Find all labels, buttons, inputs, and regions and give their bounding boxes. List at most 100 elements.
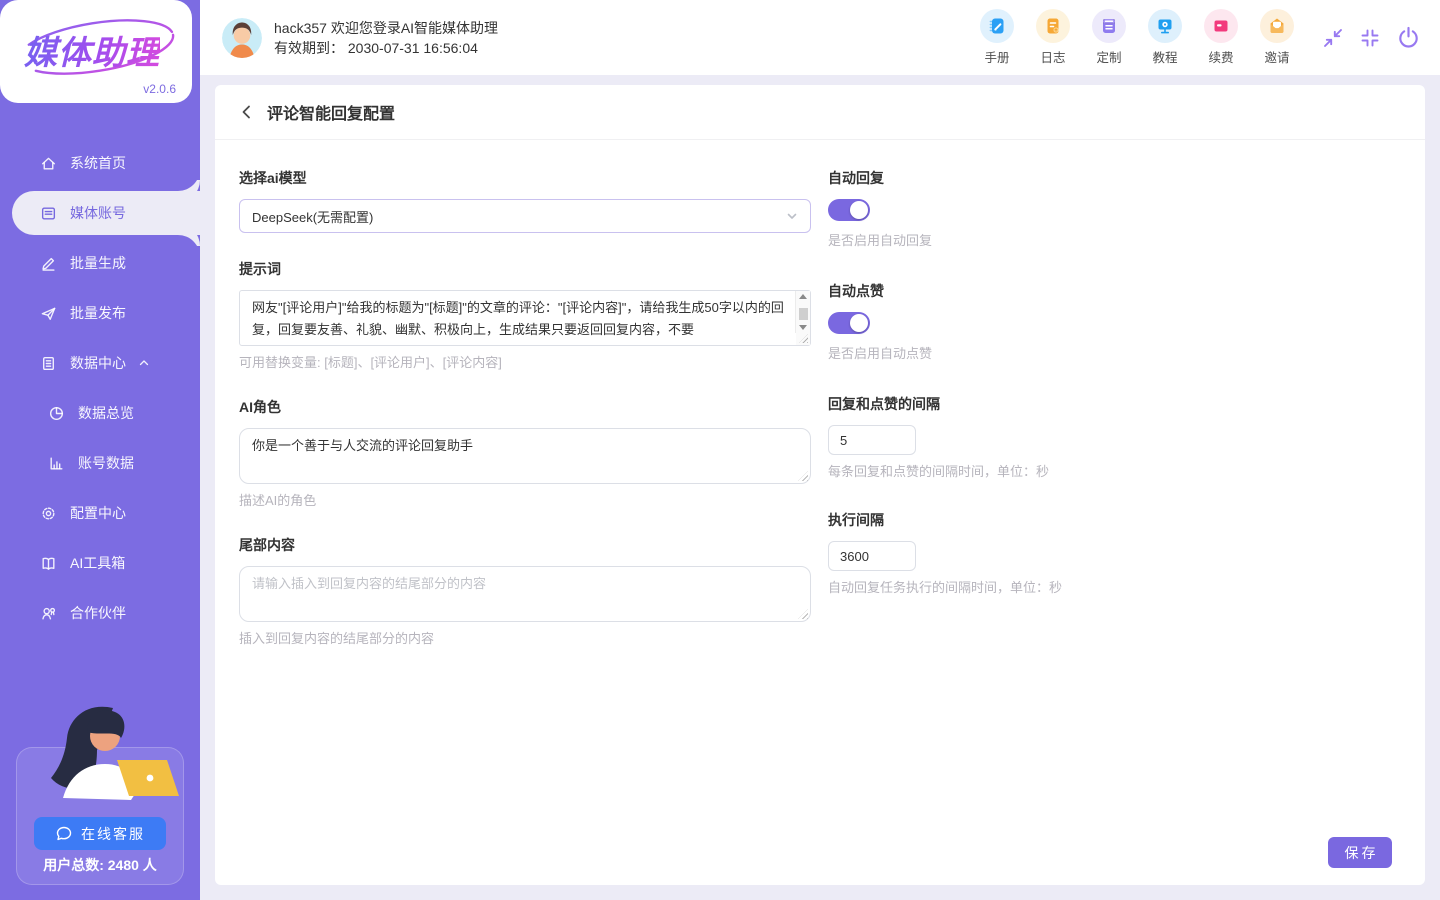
textarea-scrollbar[interactable] — [795, 291, 810, 333]
chevron-down-icon — [786, 210, 798, 222]
action-renew[interactable]: 续费 — [1204, 9, 1238, 66]
data-center-icon — [40, 355, 57, 372]
renew-icon — [1204, 9, 1238, 43]
user-total-count: 用户总数: 2480 人 — [17, 855, 183, 875]
manual-icon — [980, 9, 1014, 43]
auto-like-toggle[interactable] — [828, 312, 870, 334]
ai-role-textarea[interactable]: 你是一个善于与人交流的评论回复助手 — [239, 428, 811, 484]
home-icon — [40, 155, 57, 172]
app-logo: 媒体助理 — [14, 16, 178, 78]
auto-reply-toggle[interactable] — [828, 199, 870, 221]
action-invite[interactable]: 邀请 — [1260, 9, 1294, 66]
sidebar-item-batch-generate[interactable]: 批量生成 — [0, 241, 200, 285]
tail-content-label: 尾部内容 — [239, 535, 811, 555]
action-manual[interactable]: 手册 — [980, 9, 1014, 66]
window-controls — [1322, 25, 1425, 50]
sidebar-item-label: 账号数据 — [78, 453, 134, 473]
app-window: 媒体助理 v2.0.6 系统首页 媒体账号 批量生成 — [0, 0, 1440, 900]
ai-model-select[interactable]: DeepSeek(无需配置) — [239, 199, 811, 233]
custom-icon — [1092, 9, 1126, 43]
action-tutorial[interactable]: 教程 — [1148, 9, 1182, 66]
sidebar-item-label: 批量发布 — [70, 303, 126, 323]
user-avatar[interactable] — [222, 18, 262, 58]
auto-reply-helper: 是否启用自动回复 — [828, 230, 1062, 249]
ai-model-field: 选择ai模型 DeepSeek(无需配置) — [239, 168, 811, 233]
prompt-label: 提示词 — [239, 259, 811, 279]
prompt-helper: 可用替换变量: [标题]、[评论用户]、[评论内容] — [239, 352, 811, 371]
power-icon[interactable] — [1396, 25, 1421, 50]
customer-service-illustration — [29, 702, 179, 800]
invite-icon — [1260, 9, 1294, 43]
action-label: 邀请 — [1264, 47, 1289, 66]
reply-like-interval-input[interactable] — [828, 425, 916, 455]
tutorial-icon — [1148, 9, 1182, 43]
ai-role-helper: 描述AI的角色 — [239, 490, 811, 509]
prompt-textarea[interactable]: 网友"[评论用户]"给我的标题为"[标题]"的文章的评论："[评论内容]"，请给… — [239, 290, 811, 346]
auto-like-field: 自动点赞 是否启用自动点赞 — [828, 281, 1062, 362]
resize-grip-icon[interactable] — [796, 333, 810, 345]
ai-role-field: AI角色 你是一个善于与人交流的评论回复助手 描述AI的角色 — [239, 397, 811, 509]
online-service-button[interactable]: 在线客服 — [34, 817, 166, 850]
book-icon — [40, 555, 57, 572]
sidebar-item-config-center[interactable]: 配置中心 — [0, 491, 200, 535]
header-quick-actions: 手册 日志 定制 教程 — [980, 9, 1294, 66]
ai-role-label: AI角色 — [239, 397, 811, 417]
action-label: 日志 — [1040, 47, 1065, 66]
scroll-down-arrow[interactable] — [799, 325, 807, 330]
service-panel: 在线客服 用户总数: 2480 人 — [16, 747, 184, 885]
sidebar-item-partners[interactable]: 合作伙伴 — [0, 591, 200, 635]
logo-box: 媒体助理 v2.0.6 — [0, 0, 192, 103]
welcome-line1: hack357 欢迎您登录AI智能媒体助理 — [274, 18, 498, 38]
main-area: hack357 欢迎您登录AI智能媒体助理 有效期到： 2030-07-31 1… — [200, 0, 1440, 900]
tail-content-textarea[interactable] — [239, 566, 811, 622]
sidebar-item-batch-publish[interactable]: 批量发布 — [0, 291, 200, 335]
sidebar: 媒体助理 v2.0.6 系统首页 媒体账号 批量生成 — [0, 0, 200, 900]
page-title: 评论智能回复配置 — [267, 100, 395, 124]
save-button[interactable]: 保存 — [1328, 837, 1392, 868]
welcome-line2: 有效期到： 2030-07-31 16:56:04 — [274, 38, 498, 58]
action-label: 教程 — [1152, 47, 1177, 66]
action-log[interactable]: 日志 — [1036, 9, 1070, 66]
chevron-up-icon — [138, 357, 150, 369]
auto-reply-label: 自动回复 — [828, 168, 1062, 188]
sidebar-item-data-center[interactable]: 数据中心 — [0, 341, 200, 385]
action-custom[interactable]: 定制 — [1092, 9, 1126, 66]
action-label: 定制 — [1096, 47, 1121, 66]
card-title-row: 评论智能回复配置 — [215, 85, 1425, 140]
sidebar-item-label: 数据总览 — [78, 403, 134, 423]
exit-fullscreen-icon[interactable] — [1359, 27, 1381, 49]
reply-like-interval-helper: 每条回复和点赞的间隔时间，单位：秒 — [828, 461, 1062, 480]
auto-like-helper: 是否启用自动点赞 — [828, 343, 1062, 362]
sidebar-item-label: 数据中心 — [70, 353, 126, 373]
form-left-column: 选择ai模型 DeepSeek(无需配置) 提示词 网友"[评论用户]"给我的标… — [239, 168, 811, 673]
exec-interval-helper: 自动回复任务执行的间隔时间，单位：秒 — [828, 577, 1062, 596]
tail-textarea-wrap — [239, 566, 811, 622]
gear-icon — [40, 505, 57, 522]
auto-like-label: 自动点赞 — [828, 281, 1062, 301]
form-right-column: 自动回复 是否启用自动回复 自动点赞 是否启用自动点赞 回复和点赞的间隔 — [828, 168, 1062, 673]
app-version: v2.0.6 — [143, 82, 176, 96]
tail-content-helper: 插入到回复内容的结尾部分的内容 — [239, 628, 811, 647]
sidebar-item-label: 配置中心 — [70, 503, 126, 523]
reply-like-interval-label: 回复和点赞的间隔 — [828, 394, 1062, 414]
exec-interval-field: 执行间隔 自动回复任务执行的间隔时间，单位：秒 — [828, 510, 1062, 596]
sidebar-item-system-home[interactable]: 系统首页 — [0, 141, 200, 185]
sidebar-item-data-overview[interactable]: 数据总览 — [0, 391, 200, 435]
sidebar-item-media-accounts[interactable]: 媒体账号 — [12, 191, 200, 235]
media-account-icon — [40, 205, 57, 222]
prompt-textarea-wrap: 网友"[评论用户]"给我的标题为"[标题]"的文章的评论："[评论内容]"，请给… — [239, 290, 811, 346]
bar-chart-icon — [48, 455, 65, 472]
sidebar-item-label: 系统首页 — [70, 153, 126, 173]
back-button[interactable] — [239, 104, 255, 120]
tail-content-field: 尾部内容 插入到回复内容的结尾部分的内容 — [239, 535, 811, 647]
reply-like-interval-field: 回复和点赞的间隔 每条回复和点赞的间隔时间，单位：秒 — [828, 394, 1062, 480]
sidebar-item-ai-toolbox[interactable]: AI工具箱 — [0, 541, 200, 585]
exec-interval-input[interactable] — [828, 541, 916, 571]
scroll-thumb[interactable] — [799, 308, 808, 320]
sidebar-item-label: 合作伙伴 — [70, 603, 126, 623]
online-service-label: 在线客服 — [81, 824, 145, 844]
scroll-up-arrow[interactable] — [799, 294, 807, 299]
compress-arrows-icon[interactable] — [1322, 27, 1344, 49]
sidebar-item-account-data[interactable]: 账号数据 — [0, 441, 200, 485]
action-label: 续费 — [1208, 47, 1233, 66]
